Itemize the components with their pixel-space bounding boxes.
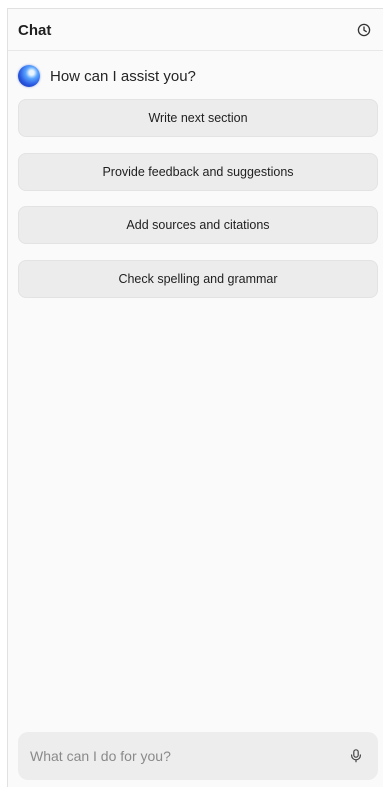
greeting-text: How can I assist you? [50,67,196,85]
suggestion-provide-feedback[interactable]: Provide feedback and suggestions [18,153,378,191]
panel-title: Chat [18,22,52,39]
chat-header: Chat [8,9,383,51]
chat-composer [18,732,378,780]
chat-input[interactable] [30,748,346,764]
chat-panel: Chat How can I assist you? Write next se… [7,8,383,787]
clock-icon [357,23,371,37]
suggestion-write-next-section[interactable]: Write next section [18,99,378,137]
suggestion-add-sources[interactable]: Add sources and citations [18,206,378,244]
history-button[interactable] [353,19,375,41]
microphone-icon [351,749,361,763]
microphone-button[interactable] [346,746,366,766]
assistant-greeting: How can I assist you? [18,65,196,87]
assistant-orb-icon [18,65,40,87]
suggestion-check-spelling[interactable]: Check spelling and grammar [18,260,378,298]
